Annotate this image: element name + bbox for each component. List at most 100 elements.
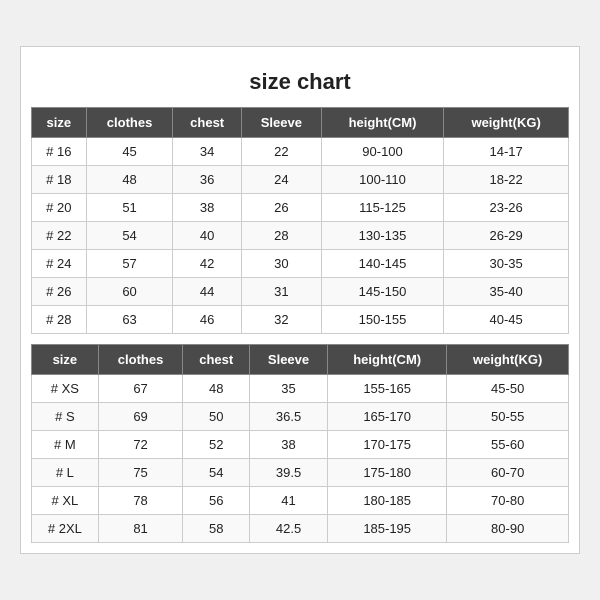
table-cell: # 18 [32, 166, 87, 194]
table-cell: 30 [241, 250, 321, 278]
table-cell: 32 [241, 306, 321, 334]
table1-header-row: sizeclotheschestSleeveheight(CM)weight(K… [32, 108, 569, 138]
table-cell: 90-100 [321, 138, 443, 166]
table-cell: 78 [98, 487, 183, 515]
table-cell: 75 [98, 459, 183, 487]
table1-header-cell: height(CM) [321, 108, 443, 138]
table-cell: 165-170 [328, 403, 447, 431]
table-cell: 26-29 [444, 222, 569, 250]
table-cell: 23-26 [444, 194, 569, 222]
table-cell: 56 [183, 487, 250, 515]
table-cell: 42.5 [250, 515, 328, 543]
table2-header-cell: chest [183, 345, 250, 375]
table-cell: 100-110 [321, 166, 443, 194]
table-row: # 18483624100-11018-22 [32, 166, 569, 194]
table-cell: 51 [86, 194, 173, 222]
table-cell: 30-35 [444, 250, 569, 278]
table-cell: 60 [86, 278, 173, 306]
table-cell: 140-145 [321, 250, 443, 278]
table-row: # 26604431145-15035-40 [32, 278, 569, 306]
table-cell: 54 [86, 222, 173, 250]
table-cell: # L [32, 459, 99, 487]
table-cell: 42 [173, 250, 241, 278]
table-cell: 35-40 [444, 278, 569, 306]
table-cell: 41 [250, 487, 328, 515]
table-cell: 50-55 [447, 403, 569, 431]
table-cell: 69 [98, 403, 183, 431]
table-cell: 40 [173, 222, 241, 250]
table-row: # L755439.5175-18060-70 [32, 459, 569, 487]
table-cell: 80-90 [447, 515, 569, 543]
table-cell: 36.5 [250, 403, 328, 431]
table-cell: 14-17 [444, 138, 569, 166]
table-cell: 150-155 [321, 306, 443, 334]
table2-header-row: sizeclotheschestSleeveheight(CM)weight(K… [32, 345, 569, 375]
table-cell: # 16 [32, 138, 87, 166]
table1-header-cell: Sleeve [241, 108, 321, 138]
table-row: # 20513826115-12523-26 [32, 194, 569, 222]
table-cell: 26 [241, 194, 321, 222]
table2-header-cell: size [32, 345, 99, 375]
table-row: # XS674835155-16545-50 [32, 375, 569, 403]
table-row: # XL785641180-18570-80 [32, 487, 569, 515]
table-cell: 58 [183, 515, 250, 543]
table2-header-cell: clothes [98, 345, 183, 375]
table-row: # 28634632150-15540-45 [32, 306, 569, 334]
table-cell: # XL [32, 487, 99, 515]
table-row: # 2XL815842.5185-19580-90 [32, 515, 569, 543]
table-cell: 40-45 [444, 306, 569, 334]
table-cell: 22 [241, 138, 321, 166]
table-cell: 72 [98, 431, 183, 459]
table-cell: 48 [86, 166, 173, 194]
table2-header-cell: height(CM) [328, 345, 447, 375]
table-cell: 18-22 [444, 166, 569, 194]
table-cell: 55-60 [447, 431, 569, 459]
table1-header-cell: weight(KG) [444, 108, 569, 138]
table2-header-cell: weight(KG) [447, 345, 569, 375]
table-cell: 48 [183, 375, 250, 403]
table-cell: 24 [241, 166, 321, 194]
table-cell: # 26 [32, 278, 87, 306]
table-cell: # 2XL [32, 515, 99, 543]
table-cell: 115-125 [321, 194, 443, 222]
table-cell: 60-70 [447, 459, 569, 487]
table-cell: 46 [173, 306, 241, 334]
table-cell: 50 [183, 403, 250, 431]
table-cell: 39.5 [250, 459, 328, 487]
table-cell: 81 [98, 515, 183, 543]
table-row: # S695036.5165-17050-55 [32, 403, 569, 431]
table-cell: 54 [183, 459, 250, 487]
table-cell: # XS [32, 375, 99, 403]
chart-title: size chart [31, 57, 569, 107]
table-cell: 63 [86, 306, 173, 334]
table-cell: 38 [173, 194, 241, 222]
size-table-adults: sizeclotheschestSleeveheight(CM)weight(K… [31, 344, 569, 543]
table-cell: 28 [241, 222, 321, 250]
table-cell: 35 [250, 375, 328, 403]
table-cell: 180-185 [328, 487, 447, 515]
table2-header-cell: Sleeve [250, 345, 328, 375]
table-cell: # 24 [32, 250, 87, 278]
table-cell: # 28 [32, 306, 87, 334]
size-chart-container: size chart sizeclotheschestSleeveheight(… [20, 46, 580, 554]
table1-header-cell: size [32, 108, 87, 138]
size-table-children: sizeclotheschestSleeveheight(CM)weight(K… [31, 107, 569, 334]
table-cell: 36 [173, 166, 241, 194]
table-cell: 175-180 [328, 459, 447, 487]
table-cell: # M [32, 431, 99, 459]
table-cell: 155-165 [328, 375, 447, 403]
table-cell: 57 [86, 250, 173, 278]
table1-header-cell: chest [173, 108, 241, 138]
table-cell: # 20 [32, 194, 87, 222]
table-cell: # 22 [32, 222, 87, 250]
table-cell: 170-175 [328, 431, 447, 459]
table-cell: 70-80 [447, 487, 569, 515]
table-row: # 1645342290-10014-17 [32, 138, 569, 166]
table-cell: 44 [173, 278, 241, 306]
table-cell: 34 [173, 138, 241, 166]
table-row: # 22544028130-13526-29 [32, 222, 569, 250]
table-cell: # S [32, 403, 99, 431]
table1-header-cell: clothes [86, 108, 173, 138]
table-row: # M725238170-17555-60 [32, 431, 569, 459]
table-cell: 52 [183, 431, 250, 459]
